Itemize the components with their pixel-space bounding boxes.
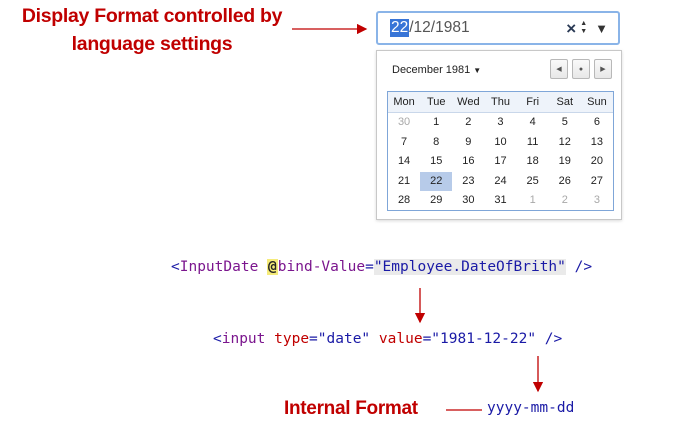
annotation-arrows [292,23,544,411]
